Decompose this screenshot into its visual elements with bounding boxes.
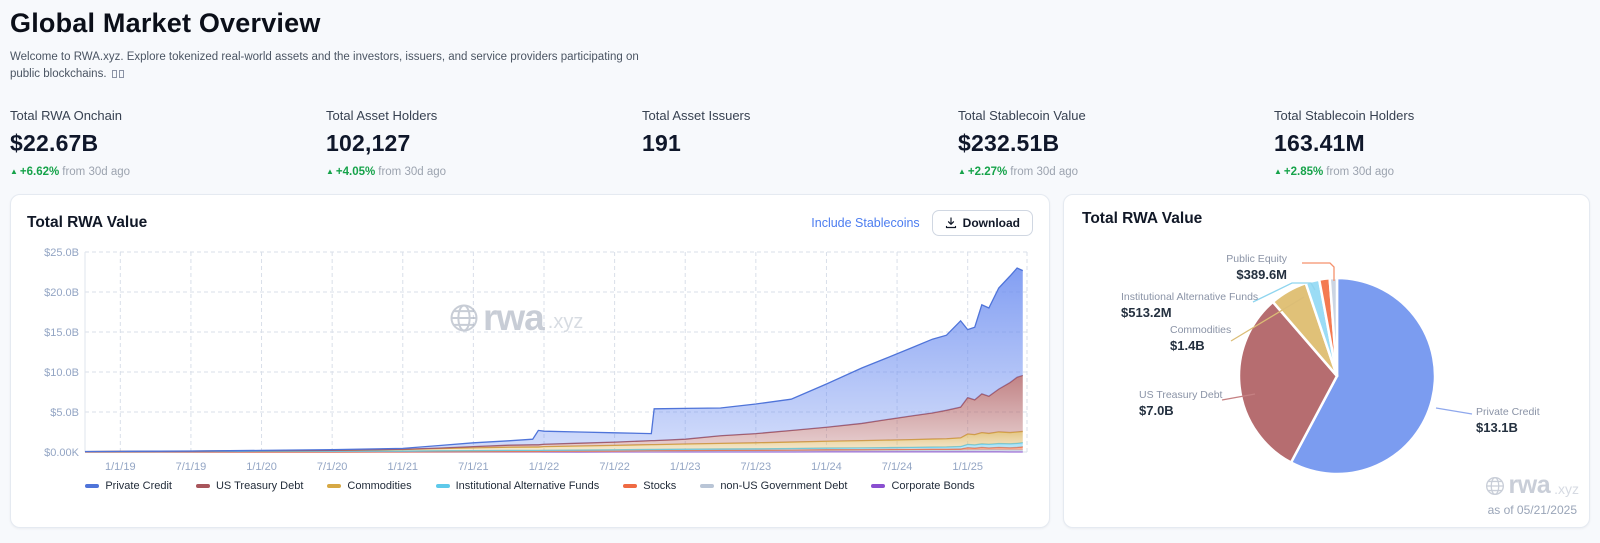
svg-text:7/1/23: 7/1/23 <box>741 461 772 473</box>
stat-label: Total Stablecoin Value <box>958 108 1086 124</box>
legend-item-commodities[interactable]: Commodities <box>327 480 412 492</box>
svg-text:7/1/20: 7/1/20 <box>317 461 348 473</box>
legend-item-us-treasury-debt[interactable]: US Treasury Debt <box>195 480 303 492</box>
rwa-watermark: rwa .xyz <box>1485 471 1579 500</box>
stat-label: Total Stablecoin Holders <box>1274 108 1415 124</box>
svg-text:1/1/19: 1/1/19 <box>105 461 136 473</box>
legend-item-stocks[interactable]: Stocks <box>623 480 676 492</box>
stat-label: Total Asset Issuers <box>642 108 751 124</box>
pie-card-title: Total RWA Value <box>1082 210 1203 228</box>
download-icon <box>945 217 956 229</box>
delta-up-icon: ▲ <box>10 167 18 177</box>
stat-total-asset-issuers: Total Asset Issuers 191 <box>642 108 958 178</box>
delta-up-icon: ▲ <box>958 167 966 177</box>
stat-delta <box>642 166 958 178</box>
svg-text:7/1/24: 7/1/24 <box>882 461 913 473</box>
legend-item-non-us-government-debt[interactable]: non-US Government Debt <box>700 480 847 492</box>
stat-value: $22.67B <box>10 130 99 157</box>
stats-row: Total RWA Onchain $22.67B ▲ +6.62% from 30… <box>10 108 1590 178</box>
legend-item-corporate-bonds[interactable]: Corporate Bonds <box>871 480 975 492</box>
svg-text:$20.0B: $20.0B <box>44 287 79 299</box>
stat-value: 191 <box>642 130 681 157</box>
stat-total-stablecoin-value: Total Stablecoin Value $232.51B ▲ +2.27% f… <box>958 108 1274 178</box>
missing-glyph-icon <box>110 68 124 80</box>
pie-label-commodities: Commodities $1.4B <box>1170 324 1232 354</box>
svg-text:$25.0B: $25.0B <box>44 247 79 259</box>
page-title: Global Market Overview <box>10 8 321 38</box>
stacked-area-chart[interactable]: $0.00K $5.0B $10.0B $15.0B $20.0B $25.0B 1/1/1… <box>27 244 1033 476</box>
chart-legend: Private Credit US Treasury Debt Commoditie… <box>27 480 1033 492</box>
delta-up-icon: ▲ <box>326 167 334 177</box>
stat-delta: ▲ +6.62% from 30d ago <box>10 166 131 179</box>
pie-label-institutional-alternative-funds: Institutional Alternative Funds $513.2M <box>1121 291 1259 321</box>
legend-swatch <box>623 484 638 489</box>
stat-delta: ▲ +4.05% from 30d ago <box>326 166 447 179</box>
pie-label-private-credit: Private Credit $13.1B <box>1476 406 1540 436</box>
svg-text:$0.00K: $0.00K <box>44 447 80 459</box>
svg-text:7/1/22: 7/1/22 <box>599 461 630 473</box>
svg-text:1/1/24: 1/1/24 <box>811 461 842 473</box>
chart-card-title: Total RWA Value <box>27 214 148 232</box>
svg-text:7/1/19: 7/1/19 <box>176 461 207 473</box>
svg-text:1/1/25: 1/1/25 <box>952 461 983 473</box>
svg-text:1/1/20: 1/1/20 <box>246 461 277 473</box>
svg-text:1/1/23: 1/1/23 <box>670 461 701 473</box>
stat-total-stablecoin-holders: Total Stablecoin Holders 163.41M ▲ +2.85%… <box>1274 108 1590 178</box>
delta-up-icon: ▲ <box>1274 167 1282 177</box>
svg-text:$15.0B: $15.0B <box>44 327 79 339</box>
page-header: Global Market Overview Welcome to RWA.xy… <box>10 8 1590 82</box>
page-subtitle: Welcome to RWA.xyz. Explore tokenized re… <box>10 51 639 80</box>
stat-value: 102,127 <box>326 130 411 157</box>
legend-swatch <box>871 484 886 489</box>
stat-value: $232.51B <box>958 130 1060 157</box>
svg-text:1/1/21: 1/1/21 <box>387 461 418 473</box>
stat-label: Total Asset Holders <box>326 108 438 124</box>
stat-delta: ▲ +2.85% from 30d ago <box>1274 166 1395 179</box>
stat-delta: ▲ +2.27% from 30d ago <box>958 166 1079 179</box>
legend-swatch <box>435 484 450 489</box>
pie-chart[interactable] <box>1227 266 1447 486</box>
stat-total-asset-holders: Total Asset Holders 102,127 ▲ +4.05% from … <box>326 108 642 178</box>
svg-text:$5.0B: $5.0B <box>50 407 79 419</box>
stat-label: Total RWA Onchain <box>10 108 122 124</box>
include-stablecoins-link[interactable]: Include Stablecoins <box>811 216 919 230</box>
globe-icon <box>1485 476 1504 495</box>
stat-value: 163.41M <box>1274 130 1365 157</box>
legend-swatch <box>327 484 342 489</box>
legend-swatch <box>195 484 210 489</box>
legend-swatch <box>700 484 715 489</box>
legend-item-institutional-alternative-funds[interactable]: Institutional Alternative Funds <box>435 480 599 492</box>
svg-text:$10.0B: $10.0B <box>44 367 79 379</box>
legend-swatch <box>85 484 100 489</box>
svg-text:7/1/21: 7/1/21 <box>458 461 489 473</box>
svg-text:1/1/22: 1/1/22 <box>529 461 560 473</box>
total-rwa-value-pie-card: Total RWA Value Public Equity $389.6M In… <box>1063 194 1590 529</box>
pie-label-us-treasury-debt: US Treasury Debt $7.0B <box>1139 389 1223 419</box>
download-button[interactable]: Download <box>931 210 1033 237</box>
legend-item-private-credit[interactable]: Private Credit <box>85 480 172 492</box>
as-of-date: as of 05/21/2025 <box>1487 503 1577 518</box>
stat-total-rwa-onchain: Total RWA Onchain $22.67B ▲ +6.62% from 30… <box>10 108 326 178</box>
pie-label-public-equity: Public Equity $389.6M <box>1226 253 1287 283</box>
total-rwa-value-chart-card: Total RWA Value Include Stablecoins Down… <box>10 194 1050 529</box>
